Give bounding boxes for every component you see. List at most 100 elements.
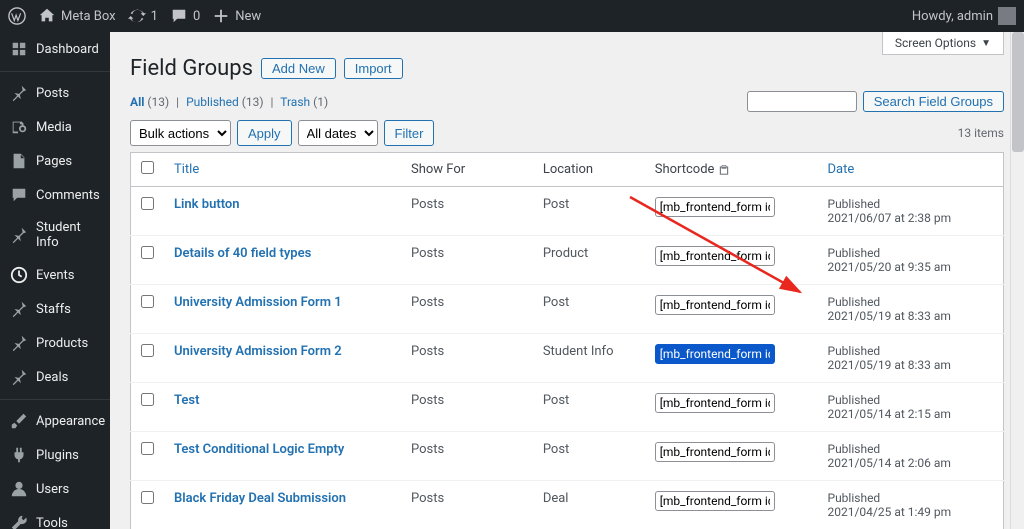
row-date: 2021/05/19 at 8:33 am	[828, 358, 994, 372]
clock-icon	[10, 266, 28, 284]
row-checkbox[interactable]	[141, 344, 154, 357]
row-published-label: Published	[828, 393, 994, 407]
row-shortcode-input[interactable]	[655, 295, 775, 315]
sidebar-item-staffs[interactable]: Staffs	[0, 292, 110, 326]
table-row: TestPostsPostPublished2021/05/14 at 2:15…	[131, 383, 1004, 432]
col-title[interactable]: Title	[174, 162, 199, 177]
row-title-link[interactable]: University Admission Form 1	[174, 295, 342, 310]
row-location: Student Info	[533, 334, 645, 383]
comments-link[interactable]: 0	[170, 7, 200, 25]
date-filter-select[interactable]: All dates	[298, 120, 378, 146]
row-published-label: Published	[828, 246, 994, 260]
row-checkbox[interactable]	[141, 393, 154, 406]
sidebar-item-comments[interactable]: Comments	[0, 178, 110, 212]
sidebar-item-appearance[interactable]: Appearance	[0, 404, 110, 438]
plug-icon	[10, 446, 28, 464]
row-title-link[interactable]: Black Friday Deal Submission	[174, 491, 346, 506]
filter-all[interactable]: All	[130, 95, 144, 109]
row-show-for: Posts	[401, 285, 533, 334]
sidebar-item-label: Student Info	[36, 220, 100, 250]
wrench-icon	[10, 514, 28, 529]
row-checkbox[interactable]	[141, 246, 154, 259]
row-show-for: Posts	[401, 383, 533, 432]
table-row: Black Friday Deal SubmissionPostsDealPub…	[131, 481, 1004, 529]
import-button[interactable]: Import	[344, 58, 403, 79]
sidebar-item-label: Plugins	[36, 448, 79, 463]
select-all-checkbox[interactable]	[141, 161, 154, 174]
sidebar-item-tools[interactable]: Tools	[0, 506, 110, 529]
site-link[interactable]: Meta Box	[38, 7, 116, 25]
col-location: Location	[533, 153, 645, 187]
row-shortcode-input[interactable]	[655, 344, 775, 364]
row-shortcode-input[interactable]	[655, 197, 775, 217]
row-title-link[interactable]: Test Conditional Logic Empty	[174, 442, 344, 457]
avatar	[998, 7, 1016, 25]
row-location: Post	[533, 432, 645, 481]
new-link[interactable]: New	[212, 7, 261, 25]
row-show-for: Posts	[401, 481, 533, 529]
row-date: 2021/05/19 at 8:33 am	[828, 309, 994, 323]
sidebar-item-dashboard[interactable]: Dashboard	[0, 32, 110, 66]
search-button[interactable]: Search Field Groups	[863, 91, 1004, 112]
admin-bar: Meta Box 1 0 New Howdy, admin	[0, 0, 1024, 32]
filter-trash[interactable]: Trash	[280, 95, 310, 109]
howdy-link[interactable]: Howdy, admin	[912, 7, 1016, 25]
page-icon	[10, 152, 28, 170]
pin-icon	[10, 300, 28, 318]
row-location: Post	[533, 383, 645, 432]
row-shortcode-input[interactable]	[655, 393, 775, 413]
apply-button[interactable]: Apply	[237, 120, 292, 146]
row-checkbox[interactable]	[141, 295, 154, 308]
bulk-actions-select[interactable]: Bulk actions	[130, 120, 231, 146]
sidebar-item-student-info[interactable]: Student Info	[0, 212, 110, 258]
screen-options-button[interactable]: Screen Options ▼	[882, 32, 1004, 55]
row-published-label: Published	[828, 442, 994, 456]
sidebar-item-label: Appearance	[36, 414, 105, 429]
sidebar-item-deals[interactable]: Deals	[0, 360, 110, 394]
row-checkbox[interactable]	[141, 491, 154, 504]
add-new-button[interactable]: Add New	[261, 58, 336, 79]
row-shortcode-input[interactable]	[655, 491, 775, 511]
filter-published[interactable]: Published	[186, 95, 239, 109]
pin-icon	[10, 334, 28, 352]
scrollbar[interactable]	[1010, 32, 1024, 529]
col-date[interactable]: Date	[828, 162, 855, 177]
sidebar-item-pages[interactable]: Pages	[0, 144, 110, 178]
user-icon	[10, 480, 28, 498]
row-title-link[interactable]: Test	[174, 393, 199, 408]
row-published-label: Published	[828, 295, 994, 309]
row-checkbox[interactable]	[141, 197, 154, 210]
wp-logo[interactable]	[8, 7, 26, 25]
sidebar-item-events[interactable]: Events	[0, 258, 110, 292]
row-shortcode-input[interactable]	[655, 442, 775, 462]
scrollbar-thumb[interactable]	[1012, 32, 1024, 152]
row-location: Post	[533, 187, 645, 236]
sidebar-item-label: Comments	[36, 188, 100, 203]
media-icon	[10, 118, 28, 136]
row-shortcode-input[interactable]	[655, 246, 775, 266]
row-title-link[interactable]: Details of 40 field types	[174, 246, 311, 261]
sidebar-item-label: Tools	[36, 516, 68, 529]
row-date: 2021/06/07 at 2:38 pm	[828, 211, 994, 225]
sidebar-item-plugins[interactable]: Plugins	[0, 438, 110, 472]
search-input[interactable]	[747, 91, 857, 112]
filter-button[interactable]: Filter	[384, 120, 435, 146]
site-name-label: Meta Box	[61, 9, 116, 24]
row-show-for: Posts	[401, 334, 533, 383]
table-row: Details of 40 field typesPostsProductPub…	[131, 236, 1004, 285]
refresh-count: 1	[151, 9, 158, 24]
refresh-link[interactable]: 1	[128, 7, 158, 25]
sidebar-item-products[interactable]: Products	[0, 326, 110, 360]
content-area: Screen Options ▼ Field Groups Add New Im…	[110, 32, 1024, 529]
row-checkbox[interactable]	[141, 442, 154, 455]
sidebar-item-users[interactable]: Users	[0, 472, 110, 506]
table-row: University Admission Form 1PostsPostPubl…	[131, 285, 1004, 334]
sidebar-item-label: Posts	[36, 86, 69, 101]
row-date: 2021/04/25 at 1:49 pm	[828, 505, 994, 519]
sidebar-item-posts[interactable]: Posts	[0, 76, 110, 110]
row-title-link[interactable]: Link button	[174, 197, 240, 212]
row-title-link[interactable]: University Admission Form 2	[174, 344, 342, 359]
sidebar-item-media[interactable]: Media	[0, 110, 110, 144]
new-label: New	[235, 9, 261, 24]
table-row: Test Conditional Logic EmptyPostsPostPub…	[131, 432, 1004, 481]
